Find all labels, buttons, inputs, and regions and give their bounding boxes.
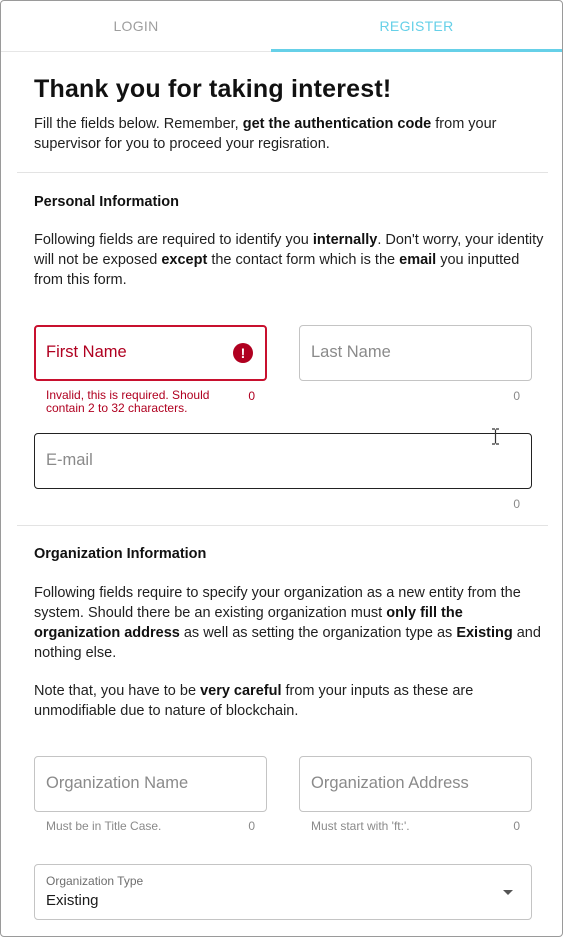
first-name-counter: 0 <box>248 389 255 403</box>
organization-address-helper: Must start with 'ft:'. <box>311 819 410 833</box>
organization-name-field[interactable]: Organization Name <box>34 756 267 812</box>
tab-login[interactable]: LOGIN <box>1 1 271 52</box>
tab-register[interactable]: REGISTER <box>271 1 562 52</box>
organization-name-helper: Must be in Title Case. <box>46 819 162 833</box>
personal-info-title: Personal Information <box>34 194 180 210</box>
organization-info-description: Following fields require to specify your… <box>34 585 541 661</box>
organization-type-label: Organization Type <box>46 874 144 888</box>
organization-address-counter: 0 <box>513 819 520 833</box>
organization-name-placeholder: Organization Name <box>46 774 189 792</box>
organization-address-placeholder: Organization Address <box>311 774 469 792</box>
organization-info-title: Organization Information <box>34 546 207 562</box>
active-tab-indicator <box>271 49 562 52</box>
organization-note: Note that, you have to be very careful f… <box>34 683 474 719</box>
first-name-error-text: Invalid, this is required. Should contai… <box>46 388 210 415</box>
personal-info-description: Following fields are required to identif… <box>34 232 544 288</box>
text-cursor-icon <box>492 428 499 445</box>
last-name-placeholder: Last Name <box>311 343 391 361</box>
page-title: Thank you for taking interest! <box>34 75 392 103</box>
error-icon: ! <box>233 343 253 363</box>
email-placeholder: E-mail <box>46 451 93 469</box>
intro-text: Fill the fields below. Remember, get the… <box>34 116 497 152</box>
organization-type-value: Existing <box>46 892 99 909</box>
section-divider <box>17 525 548 526</box>
email-field[interactable]: E-mail <box>34 433 532 489</box>
register-card: LOGIN REGISTER Thank you for taking inte… <box>0 0 563 937</box>
tab-bar: LOGIN REGISTER <box>1 1 562 52</box>
first-name-field[interactable]: First Name ! <box>34 325 267 381</box>
email-counter: 0 <box>513 497 520 511</box>
organization-address-field[interactable]: Organization Address <box>299 756 532 812</box>
first-name-placeholder: First Name <box>46 343 127 361</box>
organization-type-select[interactable]: Organization Type Existing <box>34 864 532 920</box>
organization-name-counter: 0 <box>248 819 255 833</box>
last-name-counter: 0 <box>513 389 520 403</box>
section-divider <box>17 172 548 173</box>
dropdown-caret-icon <box>503 890 513 895</box>
last-name-field[interactable]: Last Name <box>299 325 532 381</box>
